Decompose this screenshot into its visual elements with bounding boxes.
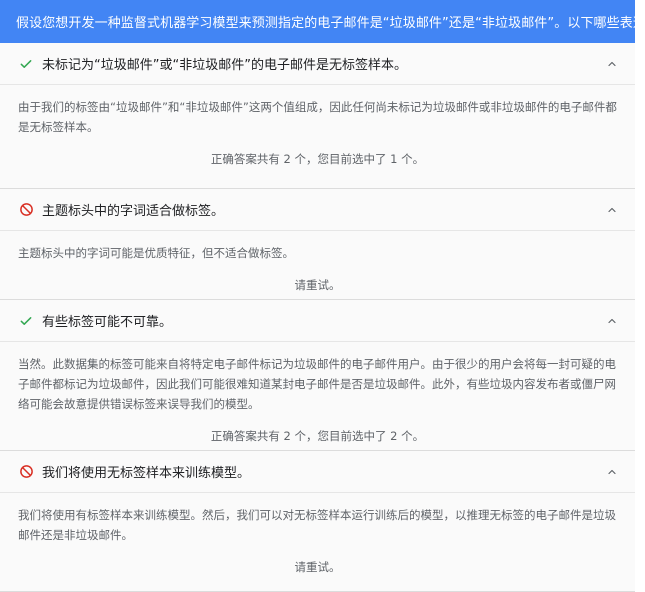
question-text: 假设您想开发一种监督式机器学习模型来预测指定的电子邮件是“垃圾邮件”还是“非垃圾… (16, 16, 635, 31)
option-title: 未标记为“垃圾邮件”或“非垃圾邮件”的电子邮件是无标签样本。 (42, 58, 407, 73)
option-explanation: 主题标头中的字词可能是优质特征，但不适合做标签。 (18, 246, 294, 260)
option-body: 当然。此数据集的标签可能来自将特定电子邮件标记为垃圾邮件的电子邮件用户。由于很少… (0, 342, 635, 450)
prohibited-icon (18, 464, 34, 480)
chevron-up-icon[interactable] (605, 57, 619, 71)
option-status: 正确答案共有 2 个，您目前选中了 1 个。 (210, 152, 425, 166)
answer-option: 有些标签可能不可靠。 当然。此数据集的标签可能来自将特定电子邮件标记为垃圾邮件的… (0, 300, 635, 451)
answer-option: 未标记为“垃圾邮件”或“非垃圾邮件”的电子邮件是无标签样本。 由于我们的标签由“… (0, 43, 635, 189)
answer-option: 我们将使用无标签样本来训练模型。 我们将使用有标签样本来训练模型。然后，我们可以… (0, 451, 635, 592)
answer-option: 主题标头中的字词适合做标签。 主题标头中的字词可能是优质特征，但不适合做标签。 … (0, 189, 635, 300)
option-title: 有些标签可能不可靠。 (42, 315, 173, 330)
option-header[interactable]: 主题标头中的字词适合做标签。 (0, 189, 635, 231)
question-header: 假设您想开发一种监督式机器学习模型来预测指定的电子邮件是“垃圾邮件”还是“非垃圾… (0, 0, 635, 43)
option-explanation: 我们将使用有标签样本来训练模型。然后，我们可以对无标签样本运行训练后的模型，以推… (18, 508, 616, 542)
option-body: 主题标头中的字词可能是优质特征，但不适合做标签。 请重试。 (0, 231, 635, 299)
check-icon (18, 56, 34, 72)
option-title: 主题标头中的字词适合做标签。 (42, 204, 225, 219)
option-header[interactable]: 我们将使用无标签样本来训练模型。 (0, 451, 635, 493)
option-title: 我们将使用无标签样本来训练模型。 (42, 466, 251, 481)
option-body: 由于我们的标签由“垃圾邮件”和“非垃圾邮件”这两个值组成，因此任何尚未标记为垃圾… (0, 85, 635, 188)
quiz-container: 假设您想开发一种监督式机器学习模型来预测指定的电子邮件是“垃圾邮件”还是“非垃圾… (0, 0, 635, 592)
chevron-up-icon[interactable] (605, 465, 619, 479)
option-explanation: 当然。此数据集的标签可能来自将特定电子邮件标记为垃圾邮件的电子邮件用户。由于很少… (18, 357, 616, 411)
prohibited-icon (18, 202, 34, 218)
option-status: 正确答案共有 2 个，您目前选中了 2 个。 (210, 429, 425, 443)
option-status: 请重试。 (294, 278, 341, 292)
chevron-up-icon[interactable] (605, 203, 619, 217)
option-header[interactable]: 未标记为“垃圾邮件”或“非垃圾邮件”的电子邮件是无标签样本。 (0, 43, 635, 85)
option-header[interactable]: 有些标签可能不可靠。 (0, 300, 635, 342)
check-icon (18, 313, 34, 329)
option-explanation: 由于我们的标签由“垃圾邮件”和“非垃圾邮件”这两个值组成，因此任何尚未标记为垃圾… (18, 100, 617, 134)
chevron-up-icon[interactable] (605, 314, 619, 328)
option-body: 我们将使用有标签样本来训练模型。然后，我们可以对无标签样本运行训练后的模型，以推… (0, 493, 635, 591)
